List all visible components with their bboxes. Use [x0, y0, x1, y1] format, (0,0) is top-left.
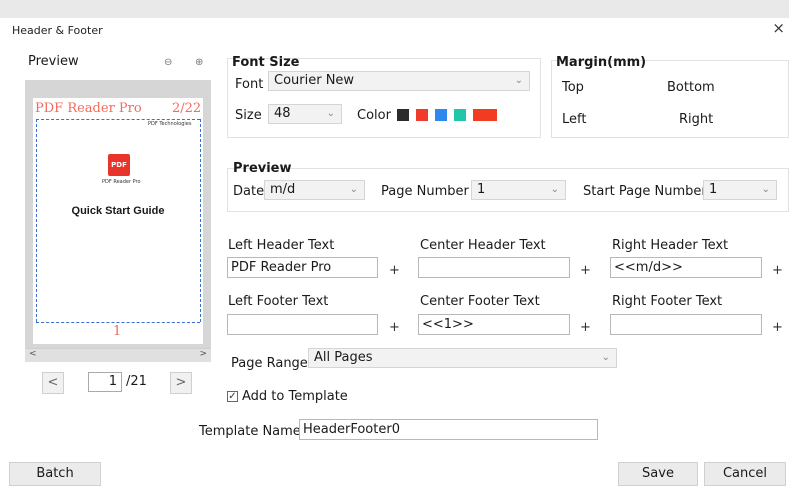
page-range-label: Page Range: [231, 356, 308, 371]
dialog-title: Header & Footer: [12, 24, 103, 37]
pdf-logo-text: PDF: [111, 161, 127, 169]
page-number-label: Page Number: [381, 184, 469, 199]
font-size-heading: Font Size: [232, 55, 300, 70]
center-footer-add-icon[interactable]: +: [580, 320, 591, 335]
color-swatch-blue[interactable]: [435, 109, 447, 121]
color-label: Color: [357, 108, 391, 123]
add-to-template-label: Add to Template: [242, 389, 348, 404]
right-footer-add-icon[interactable]: +: [772, 320, 783, 335]
chevron-down-icon: ⌄: [326, 108, 335, 119]
zoom-out-icon[interactable]: ⊖: [164, 57, 172, 68]
font-select[interactable]: Courier New ⌄: [268, 71, 530, 91]
chevron-down-icon: ⌄: [349, 184, 358, 195]
right-footer-input[interactable]: [610, 314, 762, 335]
page-range-select[interactable]: All Pages ⌄: [308, 348, 617, 368]
close-icon[interactable]: ×: [772, 19, 785, 37]
color-swatch-teal[interactable]: [454, 109, 466, 121]
template-name-input[interactable]: HeaderFooter0: [299, 419, 598, 440]
center-header-input[interactable]: [418, 257, 570, 278]
preview-label: Preview: [28, 54, 79, 69]
document-title: Quick Start Guide: [71, 205, 165, 217]
left-margin-guide: [36, 119, 37, 322]
left-header-label: Left Header Text: [228, 238, 335, 253]
title-bar: [0, 18, 789, 48]
preview-horizontal-scrollbar[interactable]: < >: [25, 348, 211, 362]
page-number-value: 1: [477, 182, 486, 197]
next-page-button[interactable]: >: [170, 372, 192, 394]
date-value: m/d: [270, 182, 296, 197]
format-heading: Preview: [233, 161, 292, 176]
center-footer-label: Center Footer Text: [420, 294, 540, 309]
scroll-right-icon[interactable]: >: [199, 349, 207, 359]
pdf-logo: PDF: [108, 154, 130, 176]
right-header-add-icon[interactable]: +: [772, 263, 783, 278]
left-header-input[interactable]: PDF Reader Pro: [227, 257, 378, 278]
color-swatch-red[interactable]: [416, 109, 428, 121]
window-shadow-strip: [0, 0, 789, 18]
chevron-down-icon: ⌄: [761, 184, 770, 195]
preview-header-right: 2/22: [172, 101, 202, 116]
left-footer-add-icon[interactable]: +: [389, 320, 400, 335]
previous-page-button[interactable]: <: [42, 372, 64, 394]
font-value: Courier New: [274, 73, 355, 88]
chevron-down-icon: ⌄: [601, 352, 610, 363]
logo-caption: PDF Reader Pro: [102, 179, 141, 185]
header-margin-guide: [36, 119, 200, 120]
right-header-label: Right Header Text: [612, 238, 729, 253]
template-name-label: Template Name: [199, 424, 301, 439]
center-header-add-icon[interactable]: +: [580, 263, 591, 278]
left-footer-label: Left Footer Text: [228, 294, 329, 309]
brand-caption: PDF Technologies: [148, 121, 192, 127]
batch-button[interactable]: Batch: [9, 462, 101, 486]
center-footer-input[interactable]: <<1>>: [418, 314, 570, 335]
margin-right-label: Right: [679, 112, 714, 127]
preview-footer-center: 1: [113, 324, 122, 339]
chevron-down-icon: ⌄: [550, 184, 559, 195]
color-swatch-selected[interactable]: [473, 109, 497, 121]
right-footer-label: Right Footer Text: [612, 294, 723, 309]
cancel-button[interactable]: Cancel: [704, 462, 786, 486]
size-label: Size: [235, 108, 262, 123]
left-header-add-icon[interactable]: +: [389, 263, 400, 278]
center-header-label: Center Header Text: [420, 238, 546, 253]
margin-left-label: Left: [562, 112, 587, 127]
page-total: /21: [126, 374, 147, 389]
page-preview: [33, 98, 203, 344]
scroll-left-icon[interactable]: <: [29, 349, 37, 359]
date-label: Date: [233, 184, 265, 199]
start-page-value: 1: [709, 182, 718, 197]
page-number-select[interactable]: 1 ⌄: [471, 180, 566, 200]
save-button[interactable]: Save: [618, 462, 698, 486]
page-range-value: All Pages: [314, 350, 373, 365]
date-select[interactable]: m/d ⌄: [264, 180, 365, 200]
right-header-input[interactable]: <<m/d>>: [610, 257, 762, 278]
footer-margin-guide: [36, 322, 200, 323]
preview-header-left: PDF Reader Pro: [35, 101, 142, 116]
chevron-down-icon: ⌄: [514, 75, 523, 86]
start-page-select[interactable]: 1 ⌄: [703, 180, 777, 200]
left-footer-input[interactable]: [227, 314, 378, 335]
font-label: Font: [235, 77, 264, 92]
margin-heading: Margin(mm): [556, 55, 647, 70]
current-page-input[interactable]: 1: [88, 372, 122, 392]
start-page-label: Start Page Number: [583, 184, 707, 199]
margin-group: [551, 60, 789, 138]
margin-top-label: Top: [562, 80, 584, 95]
right-margin-guide: [200, 119, 201, 322]
color-swatch-black[interactable]: [397, 109, 409, 121]
zoom-in-icon[interactable]: ⊕: [195, 57, 203, 68]
add-to-template-checkbox[interactable]: ✓: [227, 391, 238, 402]
header-footer-dialog: Header & Footer × Preview ⊖ ⊕ PDF Reader…: [0, 0, 789, 486]
size-select[interactable]: 48 ⌄: [268, 104, 342, 124]
font-size-group: [227, 58, 541, 138]
size-value: 48: [274, 106, 291, 121]
margin-bottom-label: Bottom: [667, 80, 715, 95]
